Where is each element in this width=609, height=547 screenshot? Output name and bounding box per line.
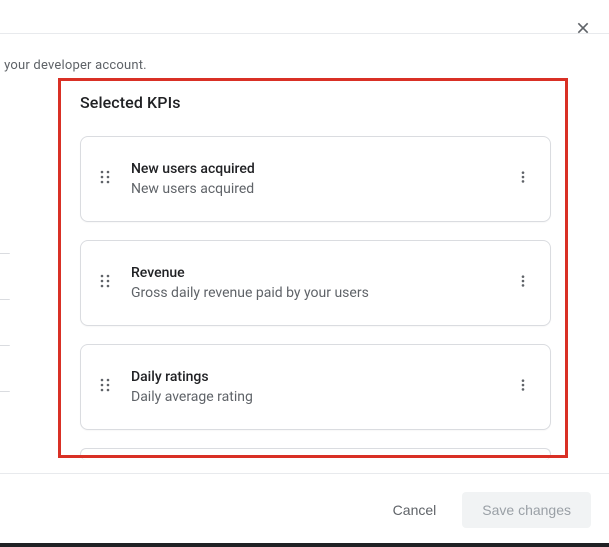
- drag-handle-icon[interactable]: [97, 377, 113, 397]
- kpi-text: Revenue Gross daily revenue paid by your…: [131, 265, 512, 301]
- cancel-button[interactable]: Cancel: [379, 493, 451, 527]
- bottom-border: [0, 543, 609, 547]
- kpi-title: New users acquired: [131, 161, 512, 177]
- footer-bar: Cancel Save changes: [0, 473, 609, 545]
- kpi-card[interactable]: Daily ratings Daily average rating: [80, 344, 551, 430]
- kebab-menu-icon[interactable]: [512, 169, 534, 189]
- kpi-subtitle: New users acquired: [131, 181, 512, 197]
- top-bar: [0, 0, 609, 34]
- close-icon[interactable]: [575, 20, 591, 40]
- truncated-header-text: in your developer account.: [0, 58, 609, 73]
- kebab-menu-icon[interactable]: [512, 377, 534, 397]
- left-truncated-stubs: [0, 252, 10, 436]
- kpi-text: Daily ratings Daily average rating: [131, 369, 512, 405]
- kebab-menu-icon[interactable]: [512, 273, 534, 293]
- kpi-subtitle: Gross daily revenue paid by your users: [131, 285, 512, 301]
- kpi-title: Revenue: [131, 265, 512, 281]
- kpi-card[interactable]: Revenue Gross daily revenue paid by your…: [80, 240, 551, 326]
- partial-kpi-card: [80, 448, 551, 460]
- kpi-title: Daily ratings: [131, 369, 512, 385]
- section-title: Selected KPIs: [80, 93, 551, 112]
- kpi-text: New users acquired New users acquired: [131, 161, 512, 197]
- kpi-card[interactable]: New users acquired New users acquired: [80, 136, 551, 222]
- main-content: Selected KPIs New users acquired New use…: [0, 73, 609, 460]
- kpi-subtitle: Daily average rating: [131, 389, 512, 405]
- save-changes-button[interactable]: Save changes: [462, 492, 591, 528]
- drag-handle-icon[interactable]: [97, 169, 113, 189]
- drag-handle-icon[interactable]: [97, 273, 113, 293]
